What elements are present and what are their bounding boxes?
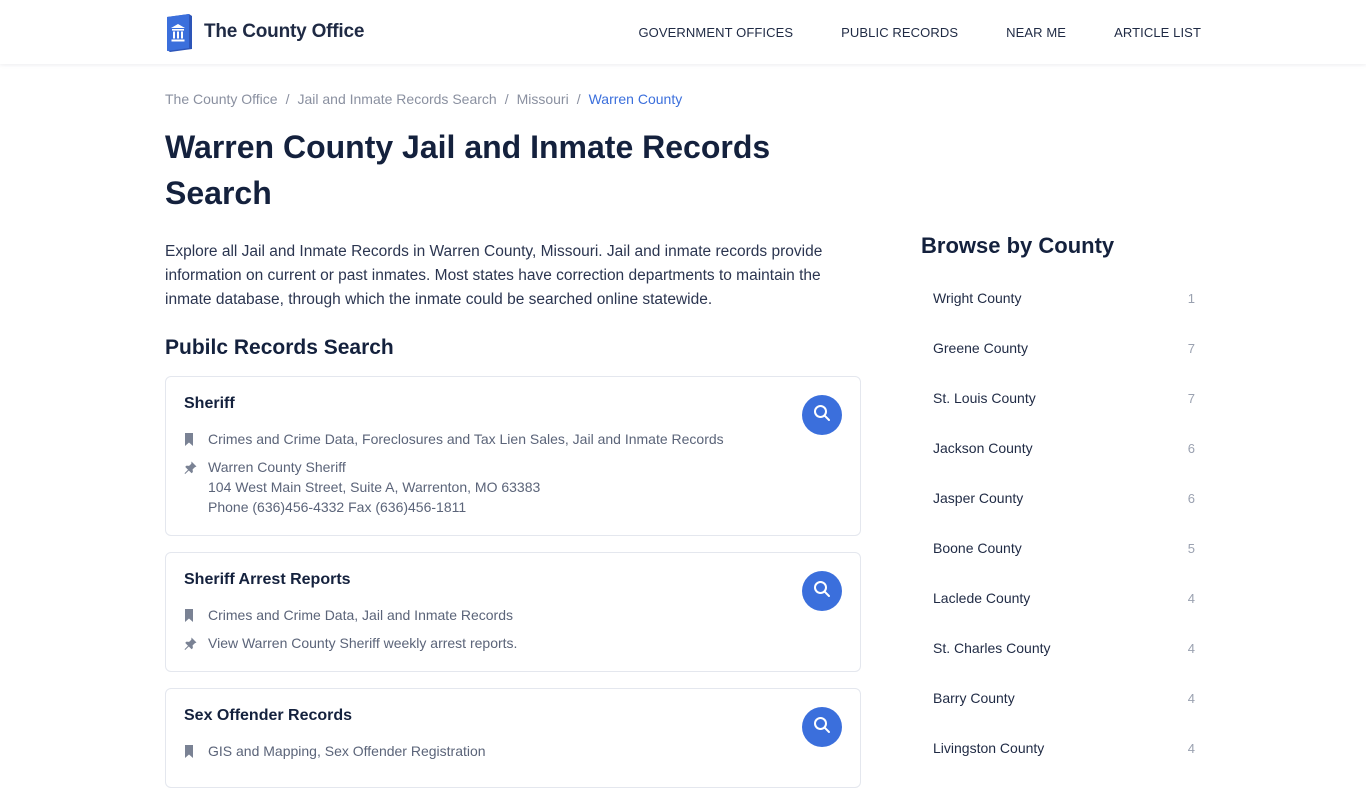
breadcrumb-current: Warren County <box>588 91 683 107</box>
county-link[interactable]: Jackson County 6 <box>921 423 1201 473</box>
breadcrumb-home[interactable]: The County Office <box>165 91 278 107</box>
pin-icon <box>184 633 208 653</box>
county-count: 5 <box>1187 540 1195 556</box>
county-link[interactable]: Barry County 4 <box>921 673 1201 723</box>
county-count: 1 <box>1187 290 1195 306</box>
county-link[interactable]: St. Louis County 7 <box>921 373 1201 423</box>
county-count: 7 <box>1187 390 1195 406</box>
record-card-sheriff: Sheriff Crimes and Crime Data, Foreclosu… <box>165 376 861 536</box>
record-detail-line: Warren County Sheriff <box>208 459 346 475</box>
pin-icon <box>184 457 208 477</box>
county-link[interactable]: Boone County 5 <box>921 523 1201 573</box>
record-detail-line: Phone (636)456-4332 Fax (636)456-1811 <box>208 499 467 515</box>
record-title[interactable]: Sheriff Arrest Reports <box>184 571 351 589</box>
record-detail-line: View Warren County Sheriff weekly arrest… <box>208 635 518 651</box>
breadcrumb-separator: / <box>504 91 509 107</box>
search-icon <box>813 404 831 427</box>
nav-article-list[interactable]: ARTICLE LIST <box>1114 25 1201 40</box>
record-card-sex-offender-records: Sex Offender Records GIS and Mapping, Se… <box>165 688 861 788</box>
breadcrumb-jail-records[interactable]: Jail and Inmate Records Search <box>297 91 496 107</box>
search-icon <box>813 580 831 603</box>
intro-paragraph: Explore all Jail and Inmate Records in W… <box>165 243 823 308</box>
bookmark-icon <box>184 605 208 625</box>
breadcrumb-state[interactable]: Missouri <box>517 91 569 107</box>
county-count: 4 <box>1187 740 1195 756</box>
county-count: 6 <box>1187 490 1195 506</box>
county-link[interactable]: Livingston County 4 <box>921 723 1201 773</box>
county-link[interactable]: Laclede County 4 <box>921 573 1201 623</box>
county-link[interactable]: Jasper County 6 <box>921 473 1201 523</box>
breadcrumb-separator: / <box>576 91 581 107</box>
site-logo-text: The County Office <box>204 21 365 42</box>
top-navigation-bar: The County Office GOVERNMENT OFFICES PUB… <box>0 0 1366 64</box>
bookmark-icon <box>184 429 208 449</box>
records-section-title: Pubilc Records Search <box>165 336 394 359</box>
county-list: Wright County 1 Greene County 7 St. Louis … <box>921 273 1201 773</box>
county-count: 6 <box>1187 440 1195 456</box>
courthouse-book-icon <box>165 13 193 52</box>
record-details: Warren County Sheriff 104 West Main Stre… <box>184 457 540 517</box>
county-link[interactable]: Wright County 1 <box>921 273 1201 323</box>
record-detail-line: 104 West Main Street, Suite A, Warrenton… <box>208 479 541 495</box>
record-categories: GIS and Mapping, Sex Offender Registrati… <box>184 741 486 761</box>
county-link[interactable]: St. Charles County 4 <box>921 623 1201 673</box>
nav-public-records[interactable]: PUBLIC RECORDS <box>841 25 958 40</box>
bookmark-icon <box>184 741 208 761</box>
record-categories: Crimes and Crime Data, Foreclosures and … <box>184 429 724 449</box>
nav-government-offices[interactable]: GOVERNMENT OFFICES <box>638 25 793 40</box>
page-title: Warren County Jail and Inmate Records Se… <box>165 129 771 211</box>
county-count: 4 <box>1187 640 1195 656</box>
record-details: View Warren County Sheriff weekly arrest… <box>184 633 517 653</box>
search-icon <box>813 716 831 739</box>
record-title[interactable]: Sheriff <box>184 395 235 413</box>
county-link[interactable]: Greene County 7 <box>921 323 1201 373</box>
county-count: 4 <box>1187 690 1195 706</box>
record-search-button[interactable] <box>802 707 842 747</box>
record-categories: Crimes and Crime Data, Jail and Inmate R… <box>184 605 513 625</box>
browse-by-county-title: Browse by County <box>921 233 1115 258</box>
main-nav: GOVERNMENT OFFICES PUBLIC RECORDS NEAR M… <box>590 0 1201 64</box>
record-title[interactable]: Sex Offender Records <box>184 707 352 725</box>
record-card-sheriff-arrest-reports: Sheriff Arrest Reports Crimes and Crime … <box>165 552 861 672</box>
breadcrumb-separator: / <box>285 91 290 107</box>
breadcrumb: The County Office / Jail and Inmate Reco… <box>165 90 682 108</box>
county-count: 7 <box>1187 340 1195 356</box>
record-search-button[interactable] <box>802 571 842 611</box>
site-logo[interactable]: The County Office <box>165 12 364 52</box>
record-search-button[interactable] <box>802 395 842 435</box>
county-count: 4 <box>1187 590 1195 606</box>
nav-near-me[interactable]: NEAR ME <box>1006 25 1066 40</box>
